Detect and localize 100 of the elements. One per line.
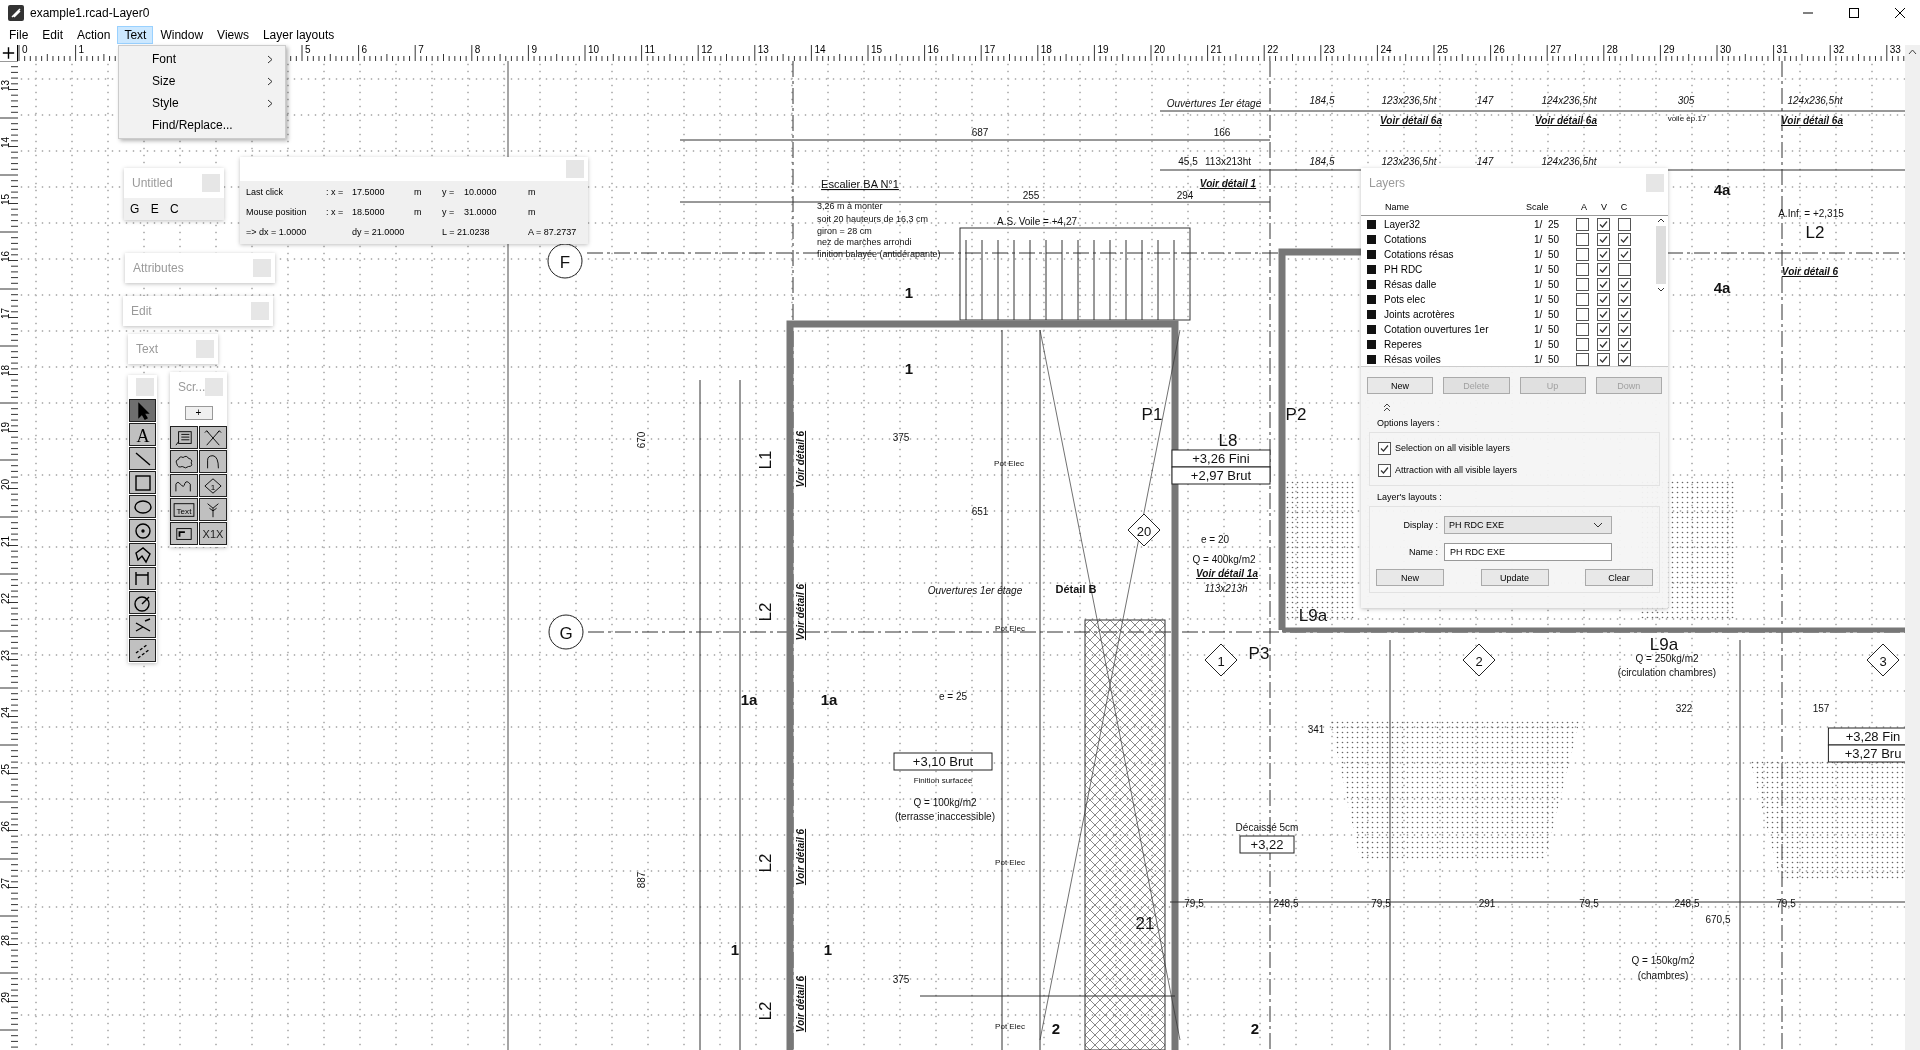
layout-button[interactable]: Clear [1585, 569, 1653, 586]
layer-name[interactable]: Cotations [1384, 234, 1534, 245]
menu-item[interactable]: Text [117, 26, 154, 44]
menu-item[interactable]: Layer layouts [255, 26, 342, 44]
checkbox[interactable] [1576, 263, 1589, 276]
layer-name[interactable]: Cotations résas [1384, 249, 1534, 260]
coordinate-text: A = 87.2737 [528, 227, 578, 237]
checkbox[interactable] [1618, 278, 1631, 291]
crosshair-icon[interactable] [0, 45, 18, 61]
checkbox[interactable] [1618, 248, 1631, 261]
layer-name[interactable]: Layer32 [1384, 219, 1534, 230]
menu-item[interactable]: Edit [35, 26, 71, 44]
checkbox[interactable] [1597, 338, 1610, 351]
checkbox[interactable] [1576, 338, 1589, 351]
line-tool-button[interactable] [129, 447, 156, 470]
checkbox[interactable] [1378, 463, 1391, 477]
curve-tool-button[interactable] [170, 474, 198, 497]
arc-tool-button[interactable] [199, 450, 227, 473]
checkbox[interactable] [1576, 248, 1589, 261]
menu-item[interactable]: Style [119, 92, 285, 114]
add-button[interactable]: + [184, 406, 213, 420]
dimension-label: Q = 150kg/m2 [1631, 955, 1695, 966]
checkbox[interactable] [1576, 353, 1589, 366]
layer-name[interactable]: Résas dalle [1384, 279, 1534, 290]
checkbox-label[interactable]: Attraction with all visible layers [1395, 465, 1518, 475]
polygon-tool-button[interactable] [129, 543, 156, 566]
word-tool-button[interactable]: X1X [199, 522, 227, 545]
layer-button[interactable]: New [1367, 377, 1434, 394]
frame-tool-button[interactable] [170, 522, 198, 545]
cross-tool-button[interactable] [199, 426, 227, 449]
layer-name[interactable]: Joints acrotères [1384, 309, 1534, 320]
dimension-label: 157 [1812, 703, 1830, 714]
detail-reference: Voir détail 6a [1380, 115, 1442, 126]
layout-button[interactable]: Update [1480, 569, 1549, 586]
checkbox[interactable] [1597, 248, 1610, 261]
checkbox[interactable] [1597, 353, 1610, 366]
maximize-icon[interactable] [1848, 6, 1860, 19]
checkbox[interactable] [1597, 233, 1610, 246]
textbox-tool-button[interactable]: Text [170, 498, 198, 521]
menu-item[interactable]: Action [70, 26, 118, 44]
checkbox[interactable] [1597, 263, 1610, 276]
checkbox[interactable] [1618, 323, 1631, 336]
vertical-scrollbar[interactable] [1905, 45, 1920, 1050]
checkbox[interactable] [1618, 338, 1631, 351]
checkbox[interactable] [1597, 218, 1610, 231]
drawing-note: Pot Elec [994, 459, 1024, 468]
scroll-up-icon[interactable] [1656, 216, 1666, 224]
menu-item[interactable]: Size [119, 70, 285, 92]
menu-item[interactable]: Window [153, 26, 211, 44]
checkbox[interactable] [1576, 308, 1589, 321]
display-dropdown[interactable]: PH RDC EXE [1444, 515, 1612, 534]
parallel-tool-button[interactable] [129, 639, 156, 662]
checkbox[interactable] [1576, 218, 1589, 231]
menu-item[interactable]: File [2, 26, 36, 44]
collapse-icon[interactable] [1382, 402, 1392, 412]
panel-title: Layers [1369, 176, 1406, 190]
layer-name[interactable]: PH RDC [1384, 264, 1534, 275]
checkbox[interactable] [1576, 323, 1589, 336]
layer-name[interactable]: Cotation ouvertures 1er [1384, 324, 1534, 335]
checkbox[interactable] [1597, 278, 1610, 291]
table-tool-button[interactable] [170, 426, 198, 449]
checkbox[interactable] [1618, 233, 1631, 246]
layer-name[interactable]: Résas voiles [1384, 354, 1534, 365]
select-tool-button[interactable] [129, 399, 156, 422]
checkbox[interactable] [1618, 308, 1631, 321]
name-field[interactable]: PH RDC EXE [1444, 542, 1612, 561]
checkbox[interactable] [1618, 218, 1631, 231]
ellipse-tool-button[interactable] [129, 495, 156, 518]
layer-name[interactable]: Reperes [1384, 339, 1534, 350]
menu-item[interactable]: Font [119, 48, 285, 70]
cloud-tool-button[interactable] [170, 450, 198, 473]
trim-tool-button[interactable] [129, 615, 156, 638]
marker-tag: 2 [1462, 643, 1496, 677]
layer-name[interactable]: Pots elec [1384, 294, 1534, 305]
diamond-tool-button[interactable]: 1 [199, 474, 227, 497]
checkbox[interactable] [1597, 323, 1610, 336]
scrollbar-thumb[interactable] [1656, 226, 1666, 284]
dimension-tool-button[interactable] [129, 567, 156, 590]
checkbox[interactable] [1618, 263, 1631, 276]
dimension-label: 113x213h [1204, 583, 1248, 594]
checkbox[interactable] [1378, 441, 1391, 455]
section-marker: 1a [820, 691, 838, 708]
circle-tool-button[interactable] [129, 519, 156, 542]
checkbox[interactable] [1576, 293, 1589, 306]
close-icon[interactable] [1894, 6, 1906, 19]
menu-item[interactable]: Views [210, 26, 256, 44]
checkbox[interactable] [1576, 233, 1589, 246]
tree-tool-button[interactable] [199, 498, 227, 521]
checkbox[interactable] [1618, 293, 1631, 306]
checkbox[interactable] [1576, 278, 1589, 291]
checkbox[interactable] [1597, 308, 1610, 321]
layout-button[interactable]: New [1376, 569, 1444, 586]
checkbox-label[interactable]: Selection on all visible layers [1395, 443, 1511, 453]
scroll-down-icon[interactable] [1656, 286, 1666, 294]
checkbox[interactable] [1618, 353, 1631, 366]
dimension-label: 687 [971, 127, 989, 138]
rectangle-tool-button[interactable] [129, 471, 156, 494]
checkbox[interactable] [1597, 293, 1610, 306]
menu-item[interactable]: Find/Replace... [119, 114, 285, 136]
radius-tool-button[interactable] [129, 591, 156, 614]
